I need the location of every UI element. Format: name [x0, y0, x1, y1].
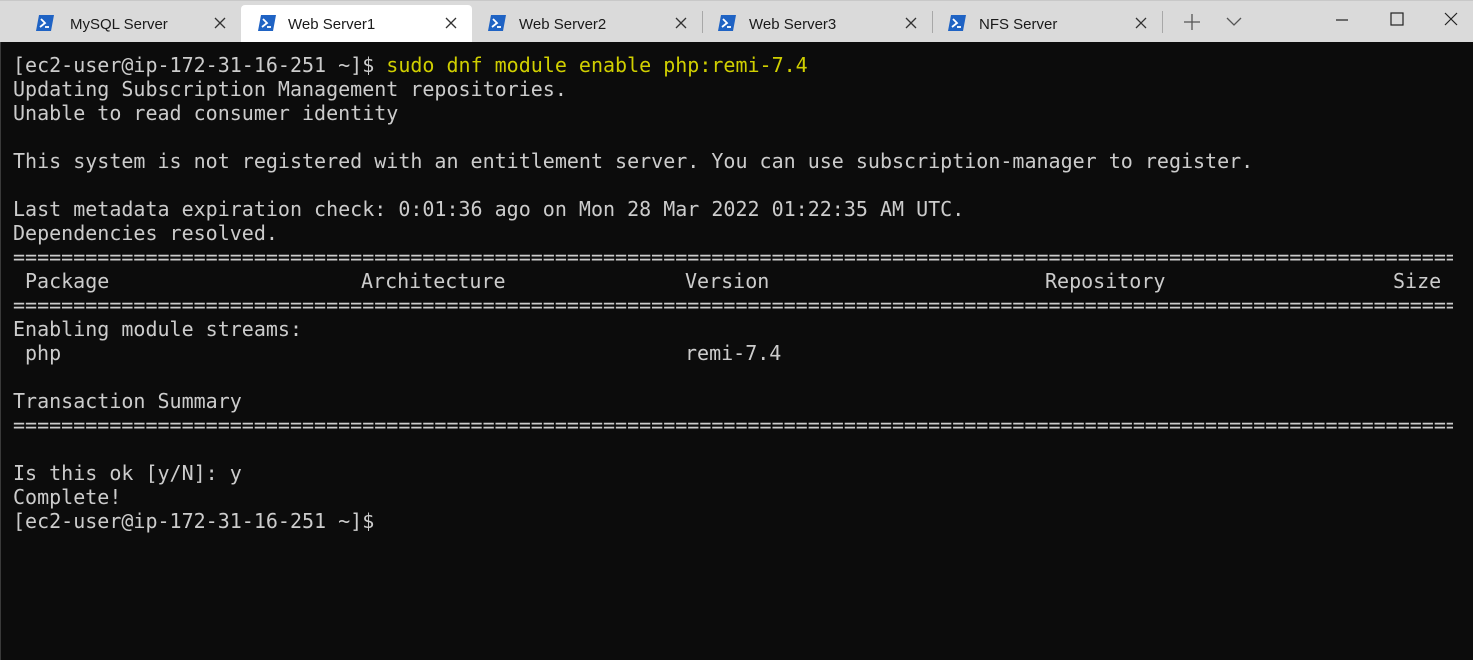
powershell-icon [36, 15, 54, 31]
prompt: [ec2-user@ip-172-31-16-251 ~]$ [13, 53, 375, 77]
powershell-icon [488, 15, 506, 31]
output-line: Is this ok [y/N]: y [13, 461, 242, 485]
powershell-icon [258, 15, 276, 31]
column-header-package: Package [25, 269, 110, 293]
tab-nfs-server[interactable]: NFS Server [932, 5, 1161, 43]
command: sudo dnf module enable php:remi-7.4 [374, 53, 808, 77]
tab-web-server3[interactable]: Web Server3 [702, 5, 931, 43]
separator-line: ========================================… [13, 245, 1453, 269]
maximize-icon [1390, 12, 1404, 26]
output-line: Transaction Summary [13, 389, 242, 413]
tab-title: NFS Server [979, 16, 1058, 33]
output-line: Enabling module streams: [13, 317, 302, 341]
package-version: remi-7.4 [685, 341, 782, 365]
minimize-button[interactable] [1319, 1, 1365, 43]
command-line: [ec2-user@ip-172-31-16-251 ~]$ sudo dnf … [13, 53, 1473, 77]
dropdown-icon [1226, 17, 1242, 26]
close-icon[interactable] [1134, 16, 1148, 30]
new-tab-button[interactable] [1174, 1, 1210, 43]
minimize-icon [1336, 19, 1348, 21]
new-tab-icon [1184, 14, 1200, 30]
close-icon[interactable] [674, 16, 688, 30]
tab-web-server1[interactable]: Web Server1 [241, 5, 472, 43]
output-line: Dependencies resolved. [13, 221, 278, 245]
output-line: Updating Subscription Management reposit… [13, 77, 567, 101]
tab-mysql-server[interactable]: MySQL Server [12, 5, 241, 43]
final-prompt: [ec2-user@ip-172-31-16-251 ~]$ [13, 509, 375, 533]
tab-separator [1162, 11, 1163, 33]
column-header-version: Version [685, 269, 770, 293]
close-icon[interactable] [904, 16, 918, 30]
separator-line: ========================================… [13, 413, 1453, 437]
powershell-icon [948, 15, 966, 31]
title-bar: MySQL Server Web Server1 Web Server2 Web… [0, 0, 1473, 43]
close-icon[interactable] [213, 16, 227, 30]
tab-web-server2[interactable]: Web Server2 [472, 5, 701, 43]
output-line: Unable to read consumer identity [13, 101, 399, 125]
tab-title: Web Server2 [519, 16, 607, 33]
powershell-icon [718, 15, 736, 31]
output-line: Last metadata expiration check: 0:01:36 … [13, 197, 965, 221]
tab-title: MySQL Server [70, 16, 168, 33]
close-window-button[interactable] [1428, 1, 1473, 43]
output-line: Complete! [13, 485, 122, 509]
tab-dropdown-button[interactable] [1216, 1, 1252, 43]
table-header: Package Architecture Version Repository … [13, 269, 1473, 293]
close-icon [1444, 12, 1457, 26]
tab-title: Web Server1 [288, 16, 376, 33]
output-line: This system is not registered with an en… [13, 149, 1254, 173]
column-header-repository: Repository [1045, 269, 1166, 293]
column-header-size: Size [1393, 269, 1442, 293]
tab-title: Web Server3 [749, 16, 837, 33]
package-name: php [25, 341, 62, 365]
close-icon[interactable] [444, 16, 458, 30]
separator-line: ========================================… [13, 293, 1453, 317]
column-header-architecture: Architecture [361, 269, 506, 293]
maximize-button[interactable] [1374, 1, 1420, 43]
terminal-output[interactable]: [ec2-user@ip-172-31-16-251 ~]$ sudo dnf … [0, 42, 1473, 660]
table-row: php remi-7.4 [13, 341, 1473, 365]
